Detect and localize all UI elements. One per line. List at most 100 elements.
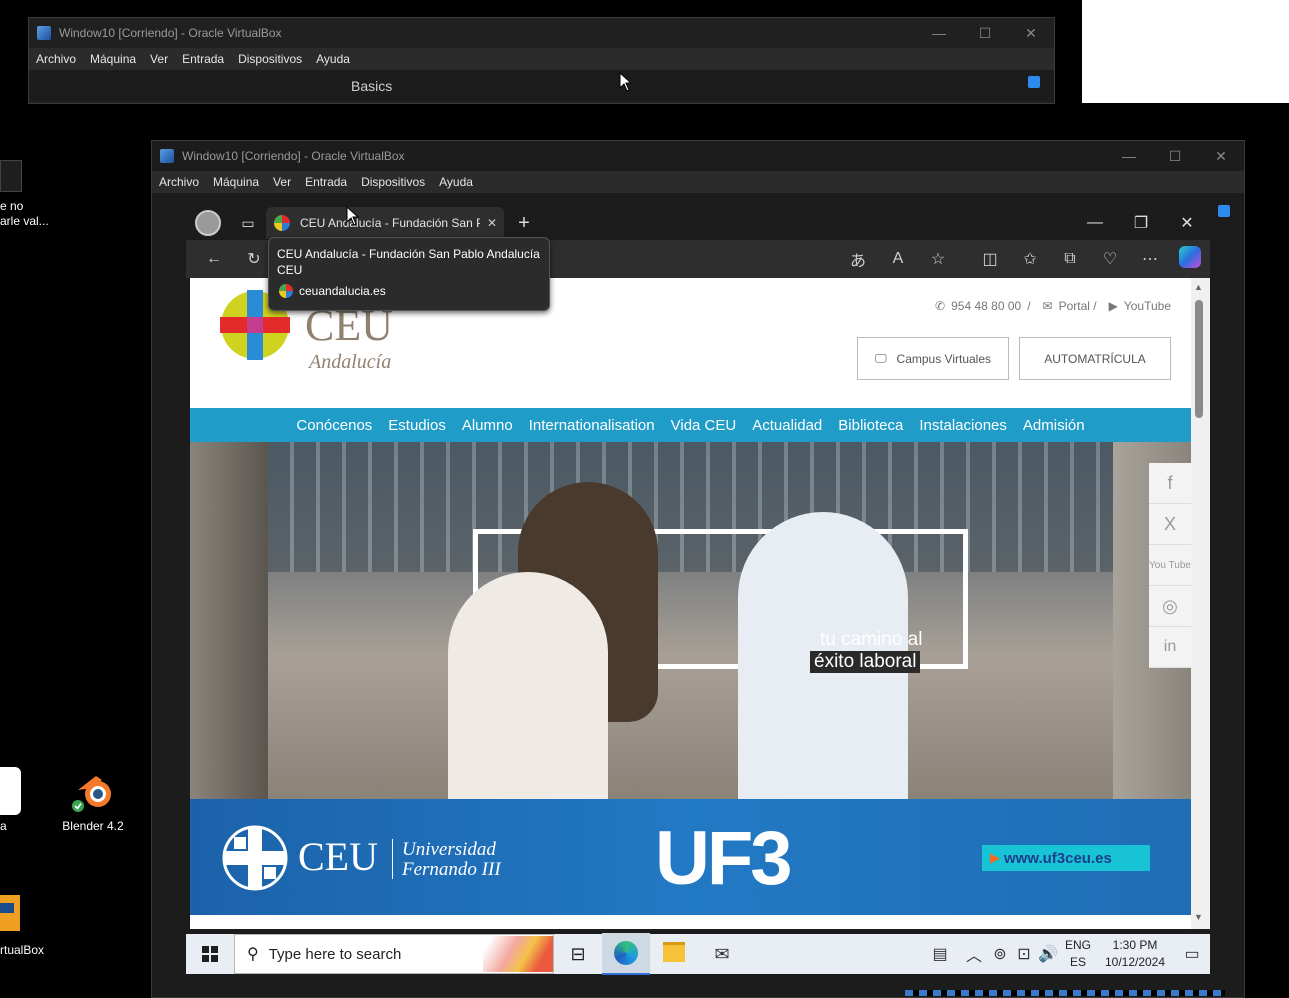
ceu-favicon-icon (274, 215, 290, 231)
translate-icon[interactable]: あ (838, 247, 878, 271)
menu-entrada[interactable]: Entrada (298, 175, 354, 189)
desktop-icon-label: arle val... (0, 214, 49, 228)
maximize-icon[interactable]: ☐ (962, 25, 1008, 42)
edge-tab-bar: ▭ CEU Andalucía - Fundación San P ✕ + — … (186, 206, 1210, 240)
portal-link[interactable]: Portal / (1059, 299, 1097, 313)
browser-tab[interactable]: CEU Andalucía - Fundación San P ✕ (266, 207, 504, 239)
scroll-down-icon[interactable]: ▼ (1194, 912, 1203, 922)
close-icon[interactable]: ✕ (1198, 148, 1244, 165)
menu-ayuda[interactable]: Ayuda (309, 52, 357, 66)
meet-now-icon[interactable]: ⊚ (988, 944, 1012, 964)
minimize-icon[interactable]: — (1072, 214, 1118, 232)
title-bar[interactable]: Window10 [Corriendo] - Oracle VirtualBox… (152, 141, 1244, 171)
campus-virtuales-button[interactable]: 🖵 Campus Virtuales (857, 337, 1009, 380)
instagram-icon[interactable]: ◎ (1149, 586, 1191, 627)
menu-ayuda[interactable]: Ayuda (432, 175, 480, 189)
page-scrollbar[interactable]: ▲ ▼ (1191, 278, 1210, 929)
menu-entrada[interactable]: Entrada (175, 52, 231, 66)
back-arrow-icon[interactable]: ← (194, 250, 234, 268)
new-tab-icon[interactable]: + (504, 212, 544, 235)
search-highlight-image[interactable] (483, 936, 553, 972)
close-icon[interactable]: ✕ (1164, 213, 1210, 233)
banner-url: www.uf3ceu.es (1004, 849, 1112, 867)
taskbar-search-input[interactable]: ⚲ Type here to search (234, 934, 554, 974)
nav-instalaciones[interactable]: Instalaciones (911, 417, 1015, 434)
window-title: Window10 [Corriendo] - Oracle VirtualBox (59, 26, 282, 40)
ceu-banner-logo-icon (222, 825, 288, 891)
menu-dispositivos[interactable]: Dispositivos (231, 52, 309, 66)
uf3-banner[interactable]: CEU Universidad Fernando III UF3 ▶ www.u… (190, 799, 1191, 915)
news-widget-icon[interactable]: ▤ (920, 944, 960, 964)
notification-icon[interactable] (1028, 76, 1040, 88)
notification-icon[interactable] (1218, 205, 1230, 217)
edge-taskbar-icon[interactable] (602, 933, 650, 975)
nav-vida-ceu[interactable]: Vida CEU (663, 417, 745, 434)
nav-internationalisation[interactable]: Internationalisation (521, 417, 663, 434)
nav-estudios[interactable]: Estudios (380, 417, 454, 434)
clock[interactable]: 1:30 PM 10/12/2024 (1096, 937, 1174, 971)
nav-admision[interactable]: Admisión (1015, 417, 1093, 434)
menu-archivo[interactable]: Archivo (152, 175, 206, 189)
desktop-app-icon[interactable] (0, 767, 21, 815)
scroll-up-icon[interactable]: ▲ (1194, 282, 1203, 292)
menu-ver[interactable]: Ver (143, 52, 175, 66)
phone-number[interactable]: 954 48 80 00 (951, 299, 1021, 313)
notifications-icon[interactable]: ▭ (1174, 944, 1210, 964)
host-tray-icons (905, 990, 1225, 996)
youtube-icon[interactable]: You Tube (1149, 545, 1191, 586)
split-screen-icon[interactable]: ◫ (970, 249, 1010, 269)
web-page: CEU Andalucía ✆ 954 48 80 00 / ✉ Portal … (190, 278, 1191, 929)
youtube-link[interactable]: YouTube (1124, 299, 1171, 313)
profile-avatar[interactable] (186, 210, 230, 236)
file-explorer-icon[interactable] (650, 941, 698, 967)
scrollbar-thumb[interactable] (1195, 300, 1203, 418)
mail-taskbar-icon[interactable]: ✉ (698, 944, 746, 965)
linkedin-icon[interactable]: in (1149, 627, 1191, 668)
network-icon[interactable]: ⊡ (1012, 944, 1036, 964)
nav-actualidad[interactable]: Actualidad (744, 417, 830, 434)
volume-icon[interactable]: 🔊 (1036, 944, 1060, 964)
phone-icon: ✆ (935, 299, 946, 313)
browser-essentials-icon[interactable]: ♡ (1090, 249, 1130, 269)
start-windows-icon[interactable] (186, 946, 234, 962)
x-twitter-icon[interactable]: X (1149, 504, 1191, 545)
campus-virtuales-label: Campus Virtuales (896, 351, 992, 366)
favorites-icon[interactable]: ✩ (1010, 249, 1050, 269)
close-icon[interactable]: ✕ (1008, 25, 1054, 42)
favorite-star-icon[interactable]: ☆ (918, 249, 958, 269)
more-options-icon[interactable]: ⋯ (1130, 249, 1170, 269)
desktop-icon-fragment[interactable] (0, 160, 22, 192)
mouse-cursor-icon (619, 72, 633, 92)
back-virtualbox-window[interactable]: Window10 [Corriendo] - Oracle VirtualBox… (28, 17, 1055, 104)
language-indicator[interactable]: ENG ES (1060, 937, 1096, 971)
title-bar[interactable]: Window10 [Corriendo] - Oracle VirtualBox… (29, 18, 1054, 48)
blender-icon[interactable] (70, 770, 116, 812)
nav-conocenos[interactable]: Conócenos (288, 417, 380, 434)
minimize-icon[interactable]: — (1106, 148, 1152, 164)
nav-alumno[interactable]: Alumno (454, 417, 521, 434)
show-hidden-icons-icon[interactable]: ︿ (960, 942, 988, 966)
menu-bar: Archivo Máquina Ver Entrada Dispositivos… (29, 48, 1054, 70)
menu-maquina[interactable]: Máquina (206, 175, 266, 189)
maximize-icon[interactable]: ☐ (1152, 148, 1198, 165)
minimize-icon[interactable]: — (916, 25, 962, 41)
banner-url-button[interactable]: ▶ www.uf3ceu.es (982, 845, 1150, 871)
restore-icon[interactable]: ❐ (1118, 213, 1164, 233)
facebook-icon[interactable]: f (1149, 463, 1191, 504)
menu-ver[interactable]: Ver (266, 175, 298, 189)
tab-title: CEU Andalucía - Fundación San P (300, 216, 480, 230)
automatricula-button[interactable]: AUTOMATRÍCULA (1019, 337, 1171, 380)
tab-actions-icon[interactable]: ▭ (230, 215, 266, 232)
menu-dispositivos[interactable]: Dispositivos (354, 175, 432, 189)
hero-text-2: éxito laboral (810, 651, 921, 673)
read-aloud-icon[interactable]: A (878, 250, 918, 268)
task-view-icon[interactable]: ⊟ (554, 944, 602, 965)
lang-2: ES (1069, 955, 1086, 969)
virtualbox-desktop-icon[interactable] (0, 893, 21, 935)
collections-icon[interactable]: ⧉ (1050, 250, 1090, 268)
copilot-icon[interactable] (1170, 245, 1210, 273)
nav-biblioteca[interactable]: Biblioteca (830, 417, 911, 434)
tab-close-icon[interactable]: ✕ (480, 216, 504, 230)
menu-archivo[interactable]: Archivo (29, 52, 83, 66)
menu-maquina[interactable]: Máquina (83, 52, 143, 66)
